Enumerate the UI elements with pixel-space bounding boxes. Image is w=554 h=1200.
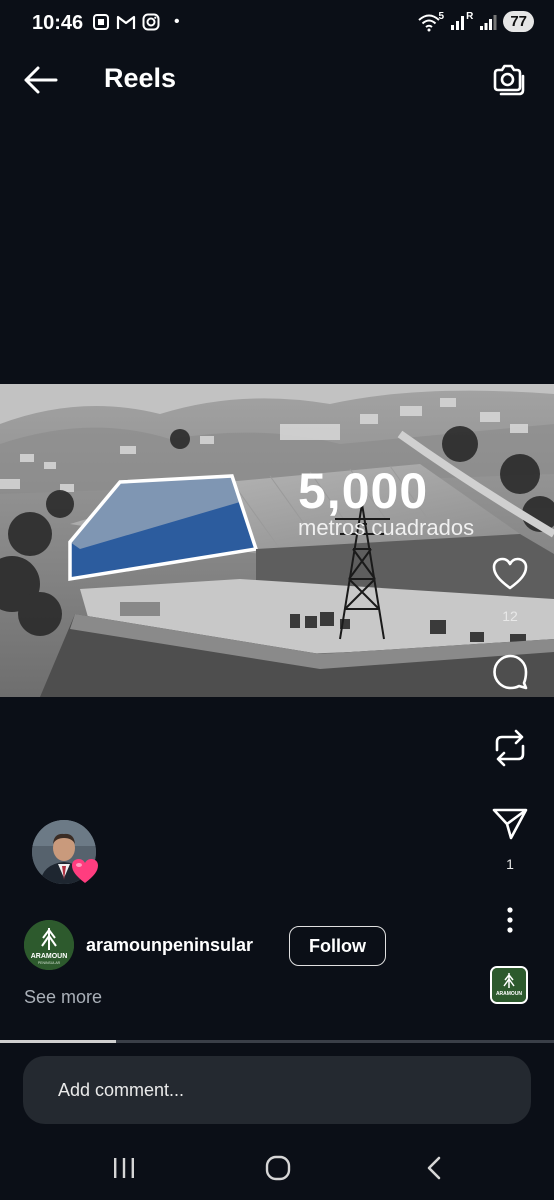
author-row: ARAMOUN PENINSULAR aramounpeninsular Fol…: [24, 920, 444, 972]
video-overlay-number: 5,000: [298, 463, 429, 519]
screenshot-icon: [93, 14, 109, 30]
see-more-link[interactable]: See more: [24, 987, 102, 1008]
back-button[interactable]: [20, 62, 60, 98]
back-nav-button[interactable]: [418, 1154, 450, 1182]
video-progress-fill: [0, 1040, 117, 1043]
home-icon: [265, 1155, 291, 1181]
share-button[interactable]: [490, 803, 530, 843]
notification-icons: •: [92, 13, 180, 31]
aramoun-logo-small-icon: ARAMOUN: [492, 968, 526, 1002]
video-overlay-unit: metros cuadrados: [298, 515, 475, 540]
recents-icon: [114, 1158, 134, 1178]
repost-icon: [495, 729, 525, 767]
gmail-icon: [116, 15, 136, 29]
top-bar: Reels: [0, 48, 554, 112]
svg-text:ARAMOUN: ARAMOUN: [496, 991, 522, 997]
arrow-left-icon: [24, 66, 58, 94]
notification-dot: •: [174, 13, 180, 30]
status-time: 10:46: [32, 12, 84, 34]
author-avatar[interactable]: ARAMOUN PENINSULAR: [24, 920, 74, 970]
more-options-button[interactable]: [490, 900, 530, 940]
roaming-label: R: [466, 11, 474, 22]
camera-icon: [493, 64, 525, 96]
repost-button[interactable]: [490, 728, 530, 768]
audio-thumbnail[interactable]: ARAMOUN: [490, 966, 528, 1004]
comment-input[interactable]: Add comment...: [23, 1056, 531, 1124]
page-title: Reels: [104, 63, 177, 93]
comment-placeholder: Add comment...: [58, 1080, 185, 1100]
svg-text:PENINSULAR: PENINSULAR: [38, 961, 61, 965]
system-icons: 5 R 77: [417, 11, 534, 32]
share-count: 1: [506, 856, 514, 872]
comment-button[interactable]: [490, 652, 530, 692]
signal-label: 5: [438, 11, 445, 22]
signal-icon-2: [480, 14, 497, 30]
instagram-icon: [142, 13, 160, 31]
svg-text:ARAMOUN: ARAMOUN: [31, 953, 68, 960]
heart-icon: [492, 557, 528, 590]
aramoun-logo-icon: ARAMOUN PENINSULAR: [24, 920, 74, 970]
video-progress-bar[interactable]: [0, 1040, 554, 1043]
battery-icon: 77: [503, 11, 534, 32]
follow-button[interactable]: Follow: [289, 926, 386, 966]
signal-icon: [451, 15, 465, 30]
home-button[interactable]: [262, 1154, 294, 1182]
recents-button[interactable]: [108, 1154, 140, 1182]
more-icon: [507, 907, 513, 933]
like-count: 12: [502, 608, 518, 624]
like-button[interactable]: [490, 554, 530, 594]
system-nav-bar: [0, 1140, 554, 1200]
back-icon: [427, 1156, 441, 1180]
heart-reaction-icon: [70, 856, 100, 886]
author-username[interactable]: aramounpeninsular: [86, 935, 253, 956]
camera-button[interactable]: [490, 62, 526, 98]
send-icon: [492, 808, 528, 840]
status-bar: 10:46 • 5 R 77: [0, 0, 554, 48]
wifi-icon: [417, 14, 440, 31]
comment-icon: [493, 654, 528, 690]
